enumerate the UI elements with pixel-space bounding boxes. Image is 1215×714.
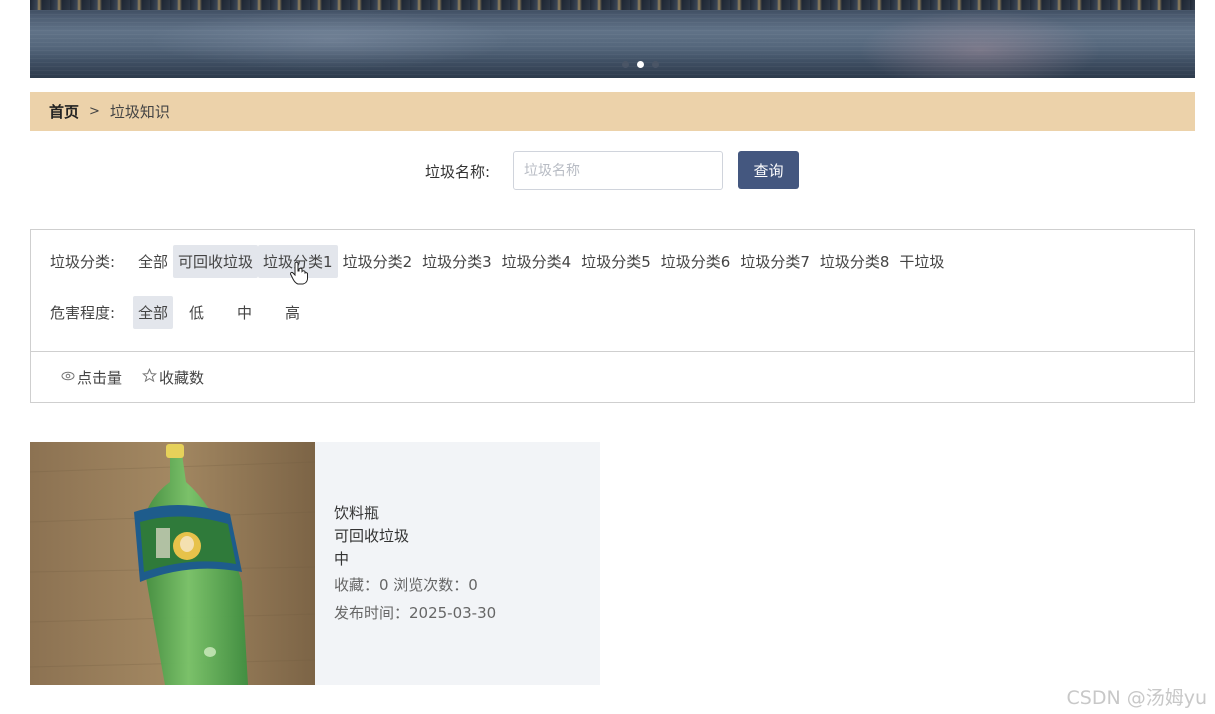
item-photo <box>30 442 315 685</box>
banner-carousel[interactable] <box>30 0 1195 78</box>
category-filter-row: 垃圾分类: 全部 可回收垃圾 垃圾分类1 垃圾分类2 垃圾分类3 垃圾分类4 垃… <box>50 245 949 278</box>
hand-cursor-icon <box>289 261 309 289</box>
search-label: 垃圾名称: <box>425 163 491 181</box>
breadcrumb-home[interactable]: 首页 <box>49 101 79 122</box>
garbage-item-card[interactable]: 饮料瓶 可回收垃圾 中 收藏：0 浏览次数：0 发布时间：2025-03-30 <box>30 442 600 685</box>
hazard-option-low[interactable]: 低 <box>184 296 209 329</box>
carousel-dot-active[interactable] <box>637 61 644 68</box>
carousel-indicators <box>622 61 659 68</box>
category-option-recyclable[interactable]: 可回收垃圾 <box>173 245 259 278</box>
sort-favorites-label: 收藏数 <box>159 368 205 387</box>
banner-water <box>30 10 1195 78</box>
banner-image <box>30 0 1195 10</box>
hazard-filter-row: 危害程度: 全部 低 中 高 <box>50 296 305 329</box>
carousel-dot[interactable] <box>622 61 629 68</box>
category-option-7[interactable]: 垃圾分类7 <box>735 245 815 278</box>
breadcrumb: 首页 > 垃圾知识 <box>30 92 1195 131</box>
sort-bar: 点击量 收藏数 <box>30 351 1195 403</box>
sort-clicks-label: 点击量 <box>77 368 123 387</box>
category-filter-title: 垃圾分类: <box>50 253 116 271</box>
item-name[interactable]: 饮料瓶 <box>334 502 496 525</box>
breadcrumb-separator: > <box>89 104 100 119</box>
category-option-8[interactable]: 垃圾分类8 <box>815 245 895 278</box>
filter-panel: 垃圾分类: 全部 可回收垃圾 垃圾分类1 垃圾分类2 垃圾分类3 垃圾分类4 垃… <box>30 229 1195 352</box>
sort-by-favorites[interactable]: 收藏数 <box>141 367 205 388</box>
eye-icon <box>61 370 75 385</box>
category-option-dry[interactable]: 干垃圾 <box>894 245 949 278</box>
sort-by-clicks[interactable]: 点击量 <box>61 367 122 388</box>
category-option-3[interactable]: 垃圾分类3 <box>417 245 497 278</box>
search-bar: 垃圾名称: 查询 <box>0 151 1215 191</box>
item-published: 发布时间：2025-03-30 <box>334 604 497 622</box>
hazard-option-high[interactable]: 高 <box>280 296 305 329</box>
item-hazard: 中 <box>334 550 350 568</box>
item-stats: 收藏：0 浏览次数：0 <box>334 576 478 594</box>
category-option-all[interactable]: 全部 <box>133 245 173 278</box>
category-option-4[interactable]: 垃圾分类4 <box>497 245 577 278</box>
item-category: 可回收垃圾 <box>334 527 410 545</box>
hazard-option-medium[interactable]: 中 <box>232 296 257 329</box>
star-icon <box>141 367 158 387</box>
category-option-5[interactable]: 垃圾分类5 <box>576 245 656 278</box>
hazard-filter-title: 危害程度: <box>50 304 116 322</box>
watermark: CSDN @汤姆yu <box>1066 687 1208 709</box>
search-input[interactable] <box>513 151 723 190</box>
category-option-6[interactable]: 垃圾分类6 <box>656 245 736 278</box>
category-option-2[interactable]: 垃圾分类2 <box>338 245 418 278</box>
item-info: 饮料瓶 可回收垃圾 中 收藏：0 浏览次数：0 发布时间：2025-03-30 <box>334 502 496 627</box>
carousel-dot[interactable] <box>652 61 659 68</box>
hazard-option-all[interactable]: 全部 <box>133 296 174 329</box>
search-button[interactable]: 查询 <box>738 151 799 189</box>
breadcrumb-current: 垃圾知识 <box>109 103 170 121</box>
